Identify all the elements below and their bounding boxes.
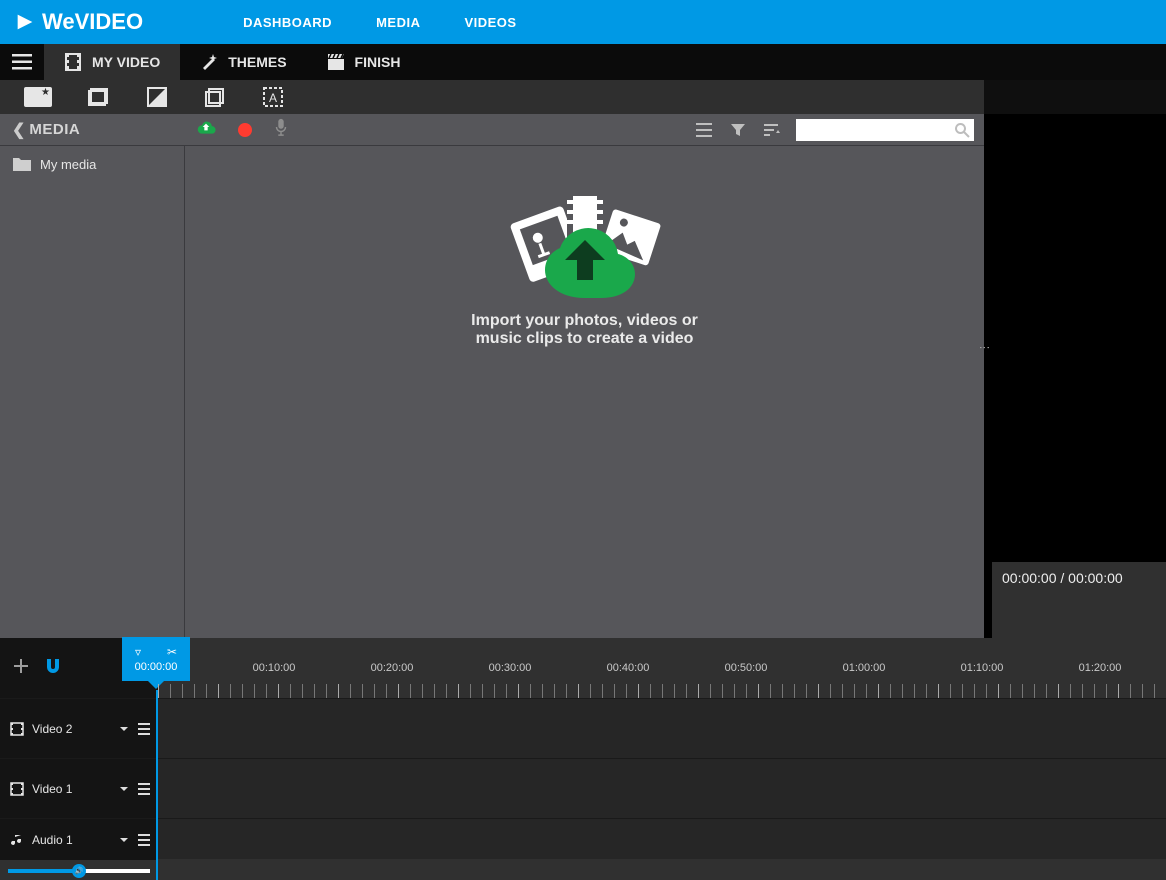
track-name: Video 2	[32, 722, 72, 736]
track-video1: Video 1	[0, 758, 1166, 818]
track-video2-body[interactable]	[158, 699, 1166, 758]
track-menu-icon[interactable]	[138, 783, 150, 795]
wand-icon	[200, 53, 218, 71]
add-track-button[interactable]	[12, 657, 30, 680]
media-body: My media Import your photos, videos	[0, 146, 984, 638]
track-video2-label[interactable]: Video 2	[0, 699, 158, 758]
nav-media[interactable]: MEDIA	[376, 15, 420, 30]
track-audio1-body[interactable]	[158, 819, 1166, 859]
folder-my-media[interactable]: My media	[12, 156, 172, 172]
timeline: ▿ ✂ 00:00:00 00:10:00 00:20:00 00:30:00 …	[0, 638, 1166, 880]
drop-text-line2: music clips to create a video	[455, 330, 715, 348]
chevron-down-icon[interactable]	[118, 834, 130, 846]
film-icon	[64, 53, 82, 71]
media-header: ❮ MEDIA	[0, 114, 984, 146]
brand-logo[interactable]: WeVIDEO	[14, 9, 143, 35]
scissors-icon[interactable]: ✂	[167, 645, 177, 659]
tab-themes[interactable]: THEMES	[180, 44, 306, 80]
ruler-label: 00:40:00	[607, 662, 650, 674]
film-icon	[10, 722, 24, 736]
preview-footer: 00:00:00 / 00:00:00	[992, 562, 1166, 638]
drop-pane[interactable]: Import your photos, videos or music clip…	[185, 146, 984, 638]
music-note-icon	[10, 833, 24, 847]
layers-icon[interactable]	[204, 86, 226, 108]
chevron-down-icon[interactable]	[118, 783, 130, 795]
hamburger-menu-button[interactable]	[0, 44, 44, 80]
ruler-label: 01:00:00	[843, 662, 886, 674]
ruler-label: 00:20:00	[371, 662, 414, 674]
volume-slider[interactable]	[8, 863, 150, 879]
clapper-icon	[327, 53, 345, 71]
preview-panel: ⋮	[984, 114, 1166, 638]
ruler-label: 00:50:00	[725, 662, 768, 674]
tab-strip: MY VIDEO THEMES FINISH	[0, 44, 1166, 80]
track-video2: Video 2	[0, 698, 1166, 758]
top-nav: DASHBOARD MEDIA VIDEOS	[243, 15, 517, 30]
timeline-ruler[interactable]: 00:10:00 00:20:00 00:30:00 00:40:00 00:5…	[158, 658, 1166, 698]
drop-text-line1: Import your photos, videos or	[455, 312, 715, 330]
chevron-down-icon[interactable]	[118, 723, 130, 735]
track-menu-icon[interactable]	[138, 723, 150, 735]
snap-magnet-button[interactable]	[44, 657, 62, 680]
track-audio1-label[interactable]: Audio 1	[0, 819, 158, 860]
film-icon	[10, 782, 24, 796]
track-name: Audio 1	[32, 833, 73, 847]
microphone-button[interactable]	[274, 118, 288, 141]
brand-text: WeVIDEO	[42, 9, 143, 35]
sort-icon[interactable]	[764, 122, 780, 138]
ruler-label: 00:30:00	[489, 662, 532, 674]
list-view-icon[interactable]	[696, 122, 712, 138]
media-back-button[interactable]: ❮ MEDIA	[12, 120, 80, 140]
track-video1-label[interactable]: Video 1	[0, 759, 158, 818]
track-name: Video 1	[32, 782, 72, 796]
tab-themes-label: THEMES	[228, 54, 286, 70]
marker-icon: ▿	[135, 645, 141, 659]
tab-finish[interactable]: FINISH	[307, 44, 421, 80]
nav-dashboard[interactable]: DASHBOARD	[243, 15, 332, 30]
track-video1-body[interactable]	[158, 759, 1166, 818]
track-menu-icon[interactable]	[138, 834, 150, 846]
search-wrap	[796, 119, 974, 141]
media-header-right	[696, 119, 974, 141]
playhead-line[interactable]	[156, 690, 158, 880]
text-frame-icon[interactable]: A	[262, 86, 284, 108]
tab-my-video-label: MY VIDEO	[92, 54, 160, 70]
folder-pane: My media	[0, 146, 185, 638]
ruler-label: 00:10:00	[253, 662, 296, 674]
nav-videos[interactable]: VIDEOS	[464, 15, 516, 30]
media-action-icons	[196, 118, 288, 141]
top-bar: WeVIDEO DASHBOARD MEDIA VIDEOS	[0, 0, 1166, 44]
preview-time: 00:00:00 / 00:00:00	[1002, 570, 1123, 586]
tab-my-video[interactable]: MY VIDEO	[44, 44, 180, 80]
folder-icon	[12, 156, 32, 172]
media-header-title: MEDIA	[29, 121, 80, 138]
ruler-label: 01:10:00	[961, 662, 1004, 674]
search-icon	[954, 122, 970, 138]
folder-label: My media	[40, 157, 96, 172]
chevron-left-icon: ❮	[12, 120, 25, 140]
volume-thumb[interactable]	[72, 864, 86, 878]
left-column: ❮ MEDIA	[0, 114, 984, 638]
ruler-label: 01:20:00	[1079, 662, 1122, 674]
cloud-upload-button[interactable]	[196, 119, 216, 140]
images-icon[interactable]	[88, 86, 110, 108]
import-graphic	[495, 190, 675, 300]
main-row: ❮ MEDIA	[0, 114, 1166, 638]
svg-text:A: A	[269, 91, 277, 105]
drop-inner: Import your photos, videos or music clip…	[455, 190, 715, 348]
splitter-handle[interactable]: ⋮	[978, 342, 991, 352]
filter-icon[interactable]	[730, 122, 746, 138]
track-audio1: Audio 1	[0, 818, 1166, 859]
search-input[interactable]	[796, 119, 974, 141]
media-bin-icon[interactable]	[24, 87, 52, 107]
tool-row: A	[0, 80, 984, 114]
record-button[interactable]	[238, 123, 252, 137]
timeline-header: ▿ ✂ 00:00:00 00:10:00 00:20:00 00:30:00 …	[0, 638, 1166, 698]
contrast-icon[interactable]	[146, 86, 168, 108]
tab-finish-label: FINISH	[355, 54, 401, 70]
